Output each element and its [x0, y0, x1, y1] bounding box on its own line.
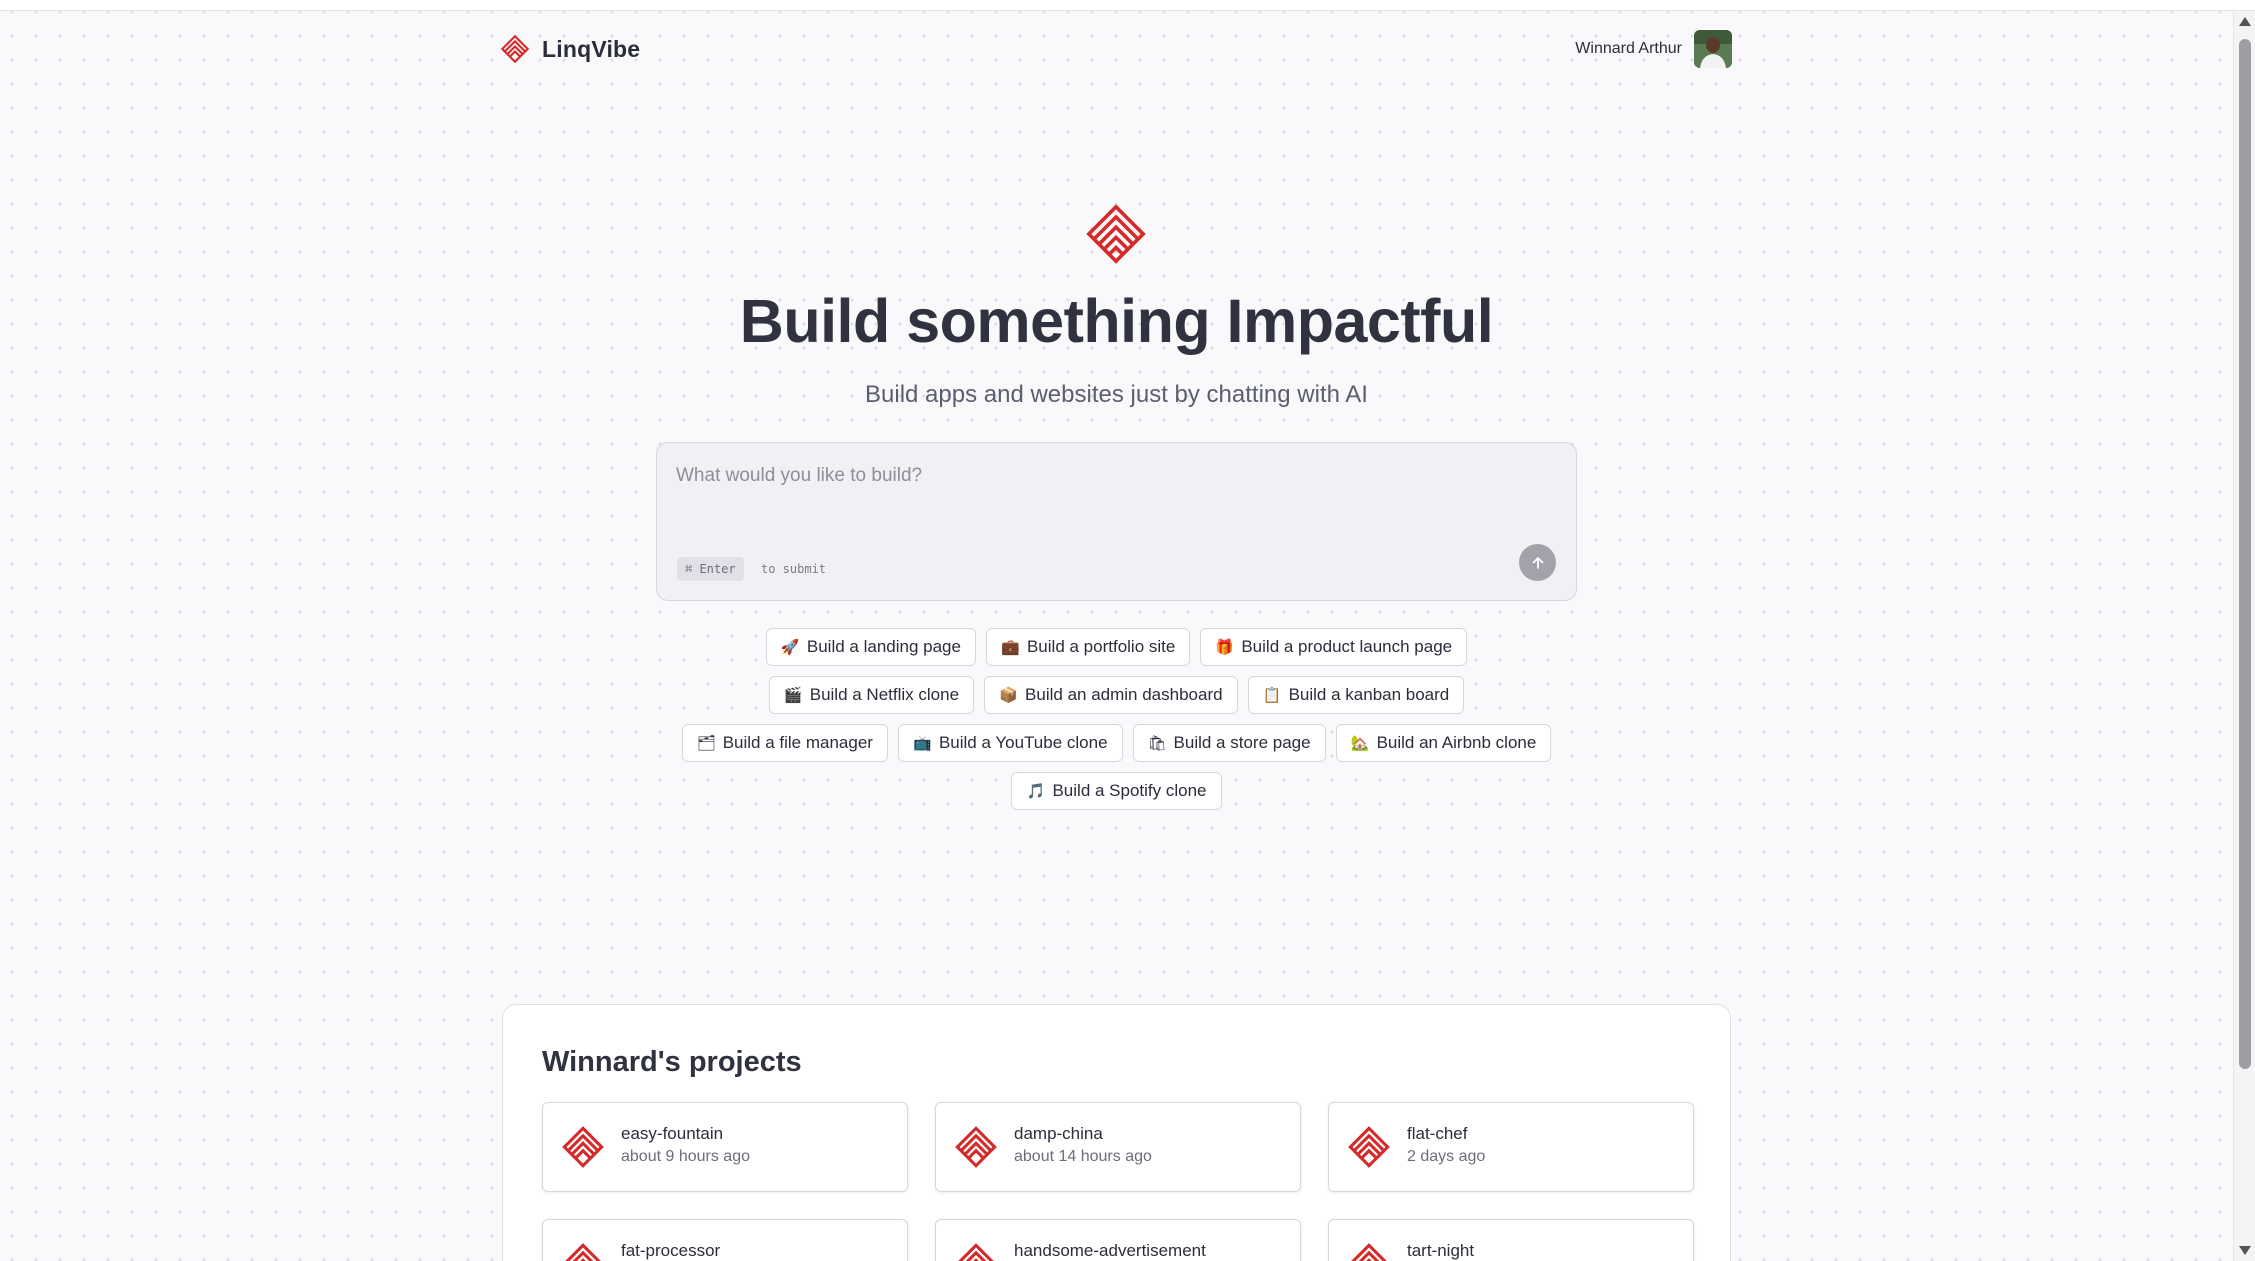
- chip-label: Build a YouTube clone: [938, 733, 1108, 752]
- rocket-icon: 🚀: [780, 638, 800, 656]
- suggestion-airbnb-clone[interactable]: 🏡 Build an Airbnb clone: [1335, 724, 1552, 762]
- project-name: flat-chef: [1407, 1124, 1468, 1143]
- shortcut-key: ⌘ Enter: [677, 557, 744, 581]
- project-name: damp-china: [1014, 1124, 1103, 1143]
- suggestion-kanban-board[interactable]: 📋 Build a kanban board: [1247, 676, 1465, 714]
- project-card[interactable]: tart-night: [1328, 1219, 1694, 1261]
- chip-label: Build a Netflix clone: [809, 685, 960, 704]
- suggestion-file-manager[interactable]: 🗂 Build a file manager: [681, 724, 888, 762]
- page-scrollbar[interactable]: [2233, 11, 2255, 1261]
- tv-icon: 📺: [912, 734, 932, 752]
- briefcase-icon: 💼: [1000, 638, 1020, 656]
- project-name: tart-night: [1407, 1241, 1475, 1260]
- project-logo-icon: [1348, 1243, 1390, 1261]
- chip-row: 🗂 Build a file manager 📺 Build a YouTube…: [0, 724, 2233, 762]
- suggestion-youtube-clone[interactable]: 📺 Build a YouTube clone: [897, 724, 1123, 762]
- brand-name: LinqVibe: [542, 35, 641, 62]
- suggestion-netflix-clone[interactable]: 🎬 Build a Netflix clone: [768, 676, 975, 714]
- hero-subtitle: Build apps and websites just by chatting…: [865, 381, 1368, 408]
- suggestion-product-launch-page[interactable]: 🎁 Build a product launch page: [1200, 628, 1468, 666]
- project-name: fat-processor: [621, 1241, 721, 1260]
- projects-title: Winnard's projects: [542, 1046, 802, 1078]
- project-card[interactable]: flat-chef 2 days ago: [1328, 1102, 1694, 1192]
- suggestion-chips: 🚀 Build a landing page 💼 Build a portfol…: [0, 628, 2233, 820]
- suggestion-spotify-clone[interactable]: 🎵 Build a Spotify clone: [1011, 772, 1222, 810]
- project-card[interactable]: damp-china about 14 hours ago: [935, 1102, 1301, 1192]
- project-time: 2 days ago: [1407, 1148, 1486, 1165]
- project-card[interactable]: fat-processor: [542, 1219, 908, 1261]
- avatar[interactable]: [1694, 30, 1732, 68]
- scrollbar-thumb[interactable]: [2239, 39, 2251, 1069]
- linqvibe-logo-icon: [500, 34, 530, 64]
- chip-label: Build a landing page: [806, 637, 961, 656]
- brand[interactable]: LinqVibe: [500, 34, 640, 64]
- project-time: about 9 hours ago: [621, 1148, 750, 1165]
- scroll-up-icon[interactable]: [2239, 17, 2251, 26]
- chip-label: Build an Airbnb clone: [1376, 733, 1537, 752]
- chip-label: Build a portfolio site: [1026, 637, 1176, 656]
- folder-icon: 🗂: [696, 734, 716, 752]
- project-logo-icon: [1348, 1126, 1390, 1168]
- prompt-box: ⌘ Enter to submit: [656, 442, 1577, 601]
- hero-logo-icon: [1086, 204, 1146, 264]
- shopping-bags-icon: 🛍: [1147, 734, 1167, 752]
- chip-row: 🎬 Build a Netflix clone 📦 Build an admin…: [0, 676, 2233, 714]
- chip-label: Build a kanban board: [1288, 685, 1450, 704]
- project-logo-icon: [955, 1126, 997, 1168]
- chip-label: Build a store page: [1173, 733, 1311, 752]
- project-card[interactable]: handsome-advertisement: [935, 1219, 1301, 1261]
- user-name: Winnard Arthur: [1575, 40, 1682, 57]
- chip-label: Build a Spotify clone: [1052, 781, 1207, 800]
- user-menu[interactable]: Winnard Arthur: [1575, 30, 1732, 68]
- chip-row: 🚀 Build a landing page 💼 Build a portfol…: [0, 628, 2233, 666]
- header: LinqVibe Winnard Arthur: [500, 30, 1732, 72]
- scroll-down-icon[interactable]: [2239, 1246, 2251, 1255]
- projects-panel: Winnard's projects easy-fountain about 9…: [502, 1004, 1731, 1261]
- project-logo-icon: [955, 1243, 997, 1261]
- clipboard-icon: 📋: [1262, 686, 1282, 704]
- clapperboard-icon: 🎬: [783, 686, 803, 704]
- prompt-input[interactable]: [676, 465, 1536, 525]
- chip-row: 🎵 Build a Spotify clone: [0, 772, 2233, 810]
- suggestion-portfolio-site[interactable]: 💼 Build a portfolio site: [985, 628, 1191, 666]
- project-logo-icon: [562, 1243, 604, 1261]
- shortcut-hint: to submit: [761, 562, 827, 576]
- package-icon: 📦: [999, 686, 1018, 704]
- project-time: about 14 hours ago: [1014, 1148, 1152, 1165]
- chip-label: Build an admin dashboard: [1025, 685, 1223, 704]
- chip-label: Build a file manager: [722, 733, 873, 752]
- house-icon: 🏡: [1350, 734, 1370, 752]
- suggestion-store-page[interactable]: 🛍 Build a store page: [1132, 724, 1326, 762]
- hero-title: Build something Impactful: [739, 287, 1494, 355]
- music-note-icon: 🎵: [1026, 782, 1046, 800]
- suggestion-admin-dashboard[interactable]: 📦 Build an admin dashboard: [984, 676, 1238, 714]
- suggestion-landing-page[interactable]: 🚀 Build a landing page: [765, 628, 976, 666]
- chip-label: Build a product launch page: [1241, 637, 1453, 656]
- arrow-up-icon: [1532, 556, 1543, 569]
- browser-top-edge: [0, 0, 2255, 11]
- project-name: easy-fountain: [621, 1124, 724, 1143]
- submit-button[interactable]: [1519, 544, 1556, 581]
- project-name: handsome-advertisement: [1014, 1241, 1206, 1260]
- project-card[interactable]: easy-fountain about 9 hours ago: [542, 1102, 908, 1192]
- avatar-photo: [1694, 30, 1732, 68]
- project-logo-icon: [562, 1126, 604, 1168]
- gift-icon: 🎁: [1215, 638, 1235, 656]
